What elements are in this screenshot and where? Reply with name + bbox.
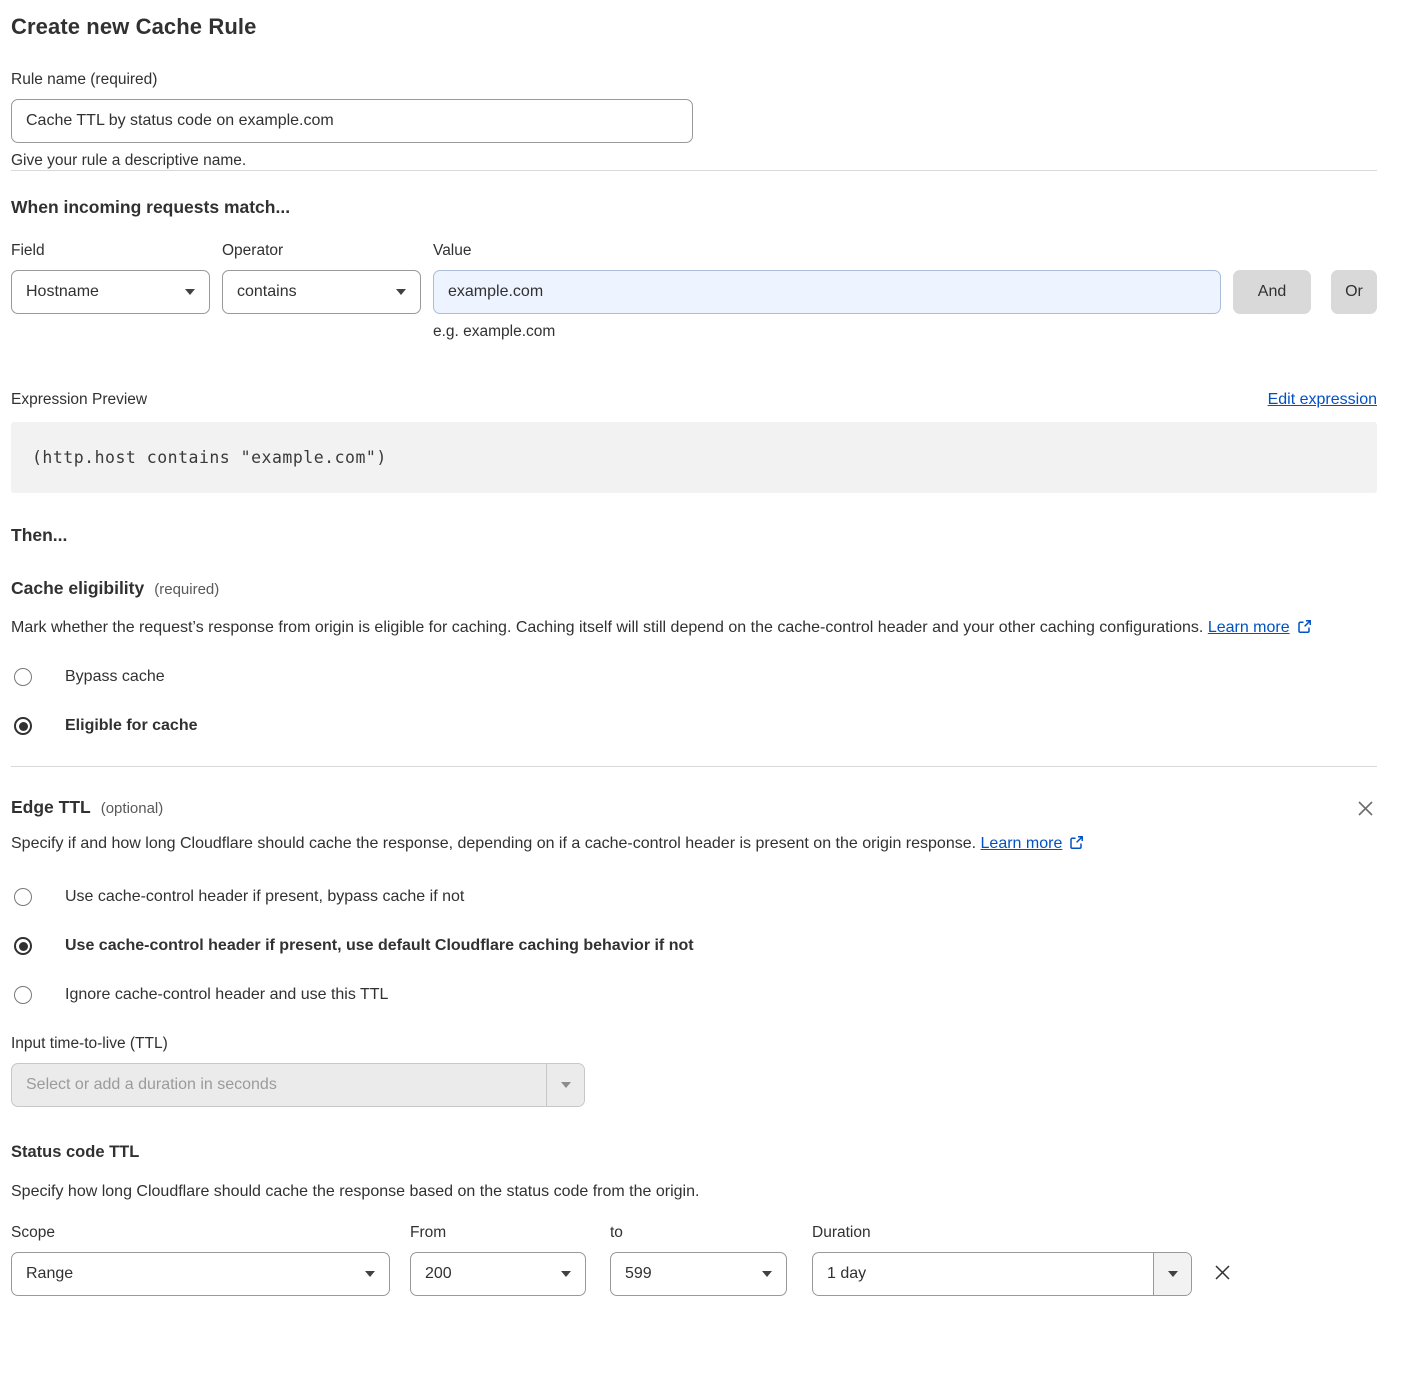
scope-select-value: Range [26,1265,73,1283]
scope-label: Scope [11,1224,390,1242]
duration-select-value: 1 day [813,1253,1153,1295]
edge-ttl-description-text: Specify if and how long Cloudflare shoul… [11,835,976,852]
scope-select[interactable]: Range [11,1252,390,1296]
value-label: Value [433,242,1221,260]
radio-icon[interactable] [14,986,32,1004]
edit-expression-link[interactable]: Edit expression [1268,391,1377,409]
radio-label: Use cache-control header if present, use… [65,937,694,955]
to-select[interactable]: 599 [610,1252,787,1296]
from-select-value: 200 [425,1265,452,1283]
external-link-icon [1069,835,1084,850]
status-code-ttl-row: Scope Range From 200 to 599 Duration 1 d… [11,1224,1377,1296]
radio-option-use-header-bypass[interactable]: Use cache-control header if present, byp… [11,888,464,906]
ttl-duration-select[interactable]: Select or add a duration in seconds [11,1063,585,1107]
operator-label: Operator [222,242,421,260]
radio-label: Ignore cache-control header and use this… [65,986,388,1004]
chevron-down-icon [561,1082,571,1088]
radio-selected-icon[interactable] [14,937,32,955]
match-heading: When incoming requests match... [11,197,1377,218]
section-divider [11,170,1377,171]
cache-eligibility-description-text: Mark whether the request’s response from… [11,619,1203,636]
value-help: e.g. example.com [433,323,1221,341]
expression-preview-box: (http.host contains "example.com") [11,422,1377,493]
radio-option-eligible-for-cache[interactable]: Eligible for cache [11,717,197,735]
or-button[interactable]: Or [1331,270,1377,314]
rule-name-help: Give your rule a descriptive name. [11,152,1377,170]
external-link-icon [1297,619,1312,634]
field-select[interactable]: Hostname [11,270,210,314]
remove-status-code-row-button[interactable] [1210,1224,1235,1285]
ttl-input-label: Input time-to-live (TTL) [11,1035,1377,1053]
duration-label: Duration [812,1224,1192,1242]
field-select-value: Hostname [26,283,99,301]
edge-ttl-learn-more-link[interactable]: Learn more [981,835,1063,852]
duration-select[interactable]: 1 day [812,1252,1192,1296]
required-tag: (required) [154,581,219,598]
chevron-down-icon [365,1271,375,1277]
dropdown-arrow-button[interactable] [546,1064,584,1106]
cache-eligibility-learn-more-link[interactable]: Learn more [1208,619,1290,636]
radio-label: Bypass cache [65,668,165,686]
close-icon [1356,799,1375,818]
match-condition-row: Field Hostname Operator contains Value e… [11,242,1377,341]
radio-option-ignore-header[interactable]: Ignore cache-control header and use this… [11,986,388,1004]
create-cache-rule-form: Create new Cache Rule Rule name (require… [0,0,1412,1326]
rule-name-label: Rule name (required) [11,71,1377,89]
chevron-down-icon [1168,1271,1178,1277]
radio-selected-icon[interactable] [14,717,32,735]
close-edge-ttl-button[interactable] [1354,797,1377,820]
value-input[interactable] [433,270,1221,314]
field-label: Field [11,242,210,260]
ttl-duration-placeholder: Select or add a duration in seconds [12,1064,546,1106]
operator-select[interactable]: contains [222,270,421,314]
close-icon [1212,1262,1233,1283]
section-divider [11,766,1377,767]
dropdown-arrow-button[interactable] [1153,1253,1191,1295]
from-label: From [410,1224,586,1242]
radio-label: Eligible for cache [65,717,197,735]
status-code-ttl-heading: Status code TTL [11,1143,1377,1162]
status-code-ttl-description: Specify how long Cloudflare should cache… [11,1178,1377,1206]
radio-option-use-header-default[interactable]: Use cache-control header if present, use… [11,937,694,955]
page-title: Create new Cache Rule [11,14,1377,40]
chevron-down-icon [762,1271,772,1277]
radio-option-bypass-cache[interactable]: Bypass cache [11,668,165,686]
radio-icon[interactable] [14,668,32,686]
radio-label: Use cache-control header if present, byp… [65,888,464,906]
expression-preview-label: Expression Preview [11,391,147,409]
and-button[interactable]: And [1233,270,1311,314]
cache-eligibility-heading: Cache eligibility [11,578,144,599]
then-heading: Then... [11,525,1377,546]
chevron-down-icon [561,1271,571,1277]
optional-tag: (optional) [101,800,164,817]
radio-icon[interactable] [14,888,32,906]
expression-code: (http.host contains "example.com") [32,448,387,467]
to-select-value: 599 [625,1265,652,1283]
rule-name-input[interactable] [11,99,693,143]
operator-select-value: contains [237,283,297,301]
edge-ttl-description: Specify if and how long Cloudflare shoul… [11,830,1131,858]
edge-ttl-heading: Edge TTL [11,797,91,818]
to-label: to [610,1224,787,1242]
from-select[interactable]: 200 [410,1252,586,1296]
chevron-down-icon [185,289,195,295]
cache-eligibility-description: Mark whether the request’s response from… [11,614,1356,642]
chevron-down-icon [396,289,406,295]
